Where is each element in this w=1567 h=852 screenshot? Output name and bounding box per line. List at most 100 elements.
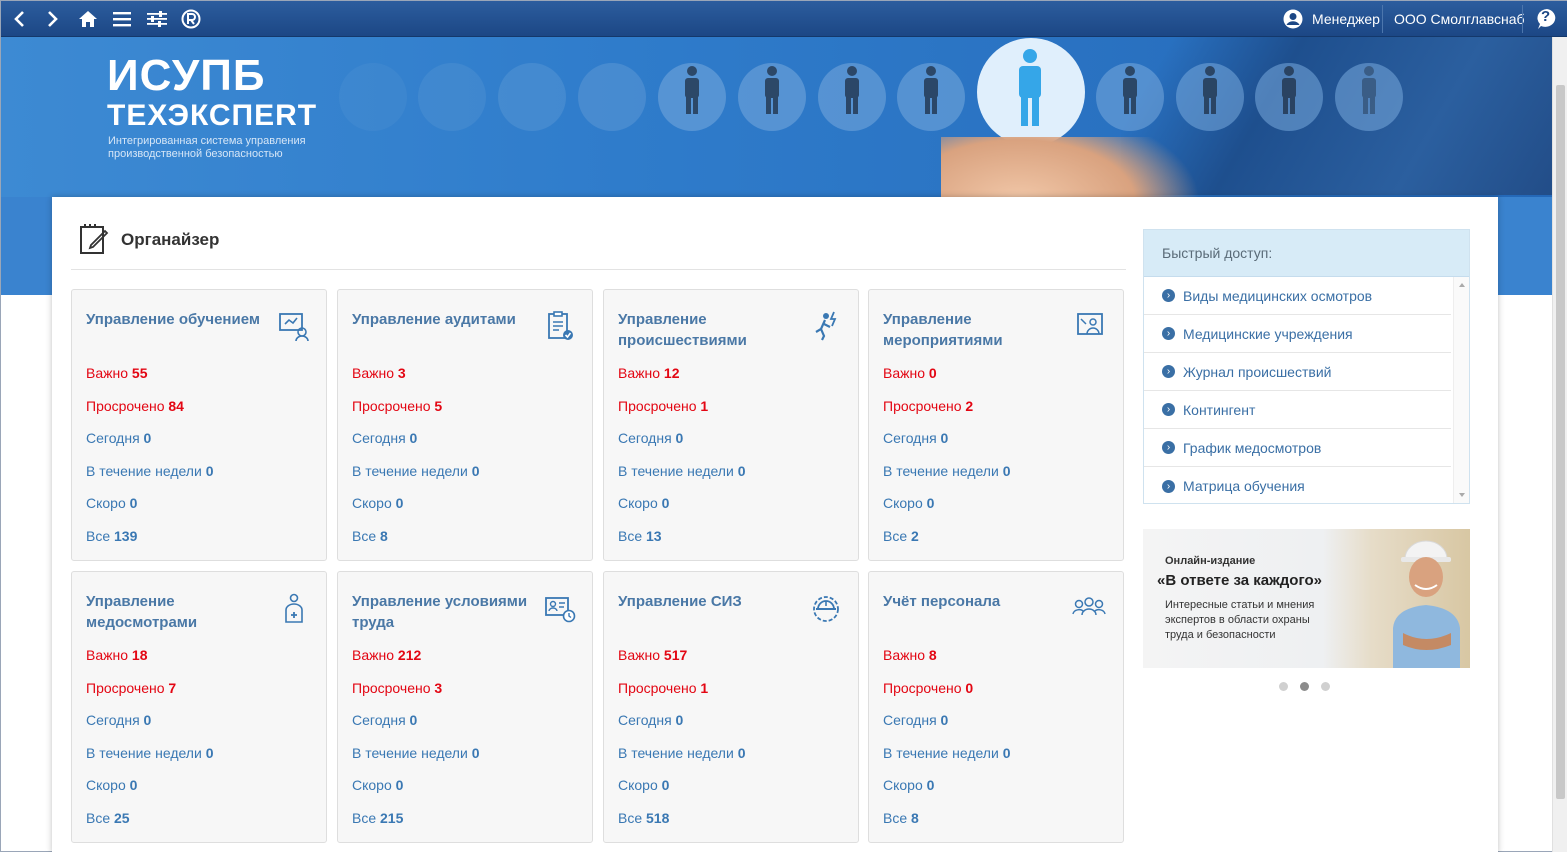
carousel-dot[interactable] [1321,682,1330,691]
back-button[interactable] [7,6,33,32]
stat-overdue[interactable]: Просрочено 2 [883,398,973,414]
stat-overdue[interactable]: Просрочено 3 [352,680,442,696]
quick-link-medical-schedule[interactable]: › График медосмотров [1144,429,1451,467]
stat-all[interactable]: Все 139 [86,528,137,544]
stat-today[interactable]: Сегодня 0 [883,712,948,728]
stat-today[interactable]: Сегодня 0 [618,712,683,728]
card-medical-exams[interactable]: Управление медосмотрами Важно 18 Просроч… [71,571,327,843]
quick-link-training-matrix[interactable]: › Матрица обучения [1144,467,1451,505]
promo-description: Интересные статьи и мнения экспертов в о… [1165,599,1315,641]
card-title[interactable]: Учёт персонала [883,591,1063,612]
forward-button[interactable] [39,6,65,32]
stat-important[interactable]: Важно 3 [352,365,406,381]
stat-soon[interactable]: Скоро 0 [883,495,934,511]
quick-access-title: Быстрый доступ: [1144,230,1469,277]
stat-soon[interactable]: Скоро 0 [618,777,669,793]
medical-icon [285,593,303,623]
toolbar-separator [1382,5,1383,33]
stat-today[interactable]: Сегодня 0 [86,712,151,728]
top-toolbar: Менеджер ООО Смолглавснаб ? [1,1,1567,37]
stat-important[interactable]: Важно 55 [86,365,147,381]
stat-week[interactable]: В течение недели 0 [618,463,746,479]
promo-banner[interactable]: Онлайн-издание «В ответе за каждого» Инт… [1143,529,1470,668]
stat-all[interactable]: Все 8 [883,810,919,826]
card-title[interactable]: Управление условиями труда [352,591,532,633]
hamburger-icon [113,12,131,27]
card-title[interactable]: Управление обучением [86,309,266,330]
stat-today[interactable]: Сегодня 0 [883,430,948,446]
stat-soon[interactable]: Скоро 0 [86,495,137,511]
filters-button[interactable] [144,6,170,32]
stat-soon[interactable]: Скоро 0 [618,495,669,511]
stat-today[interactable]: Сегодня 0 [352,430,417,446]
card-title[interactable]: Управление мероприятиями [883,309,1063,351]
stat-all[interactable]: Все 2 [883,528,919,544]
stat-soon[interactable]: Скоро 0 [883,777,934,793]
clipboard-check-icon [548,311,573,340]
stat-week[interactable]: В течение недели 0 [86,745,214,761]
quick-link-medical-exam-types[interactable]: › Виды медицинских осмотров [1144,277,1451,315]
stat-overdue[interactable]: Просрочено 1 [618,680,708,696]
menu-button[interactable] [109,6,135,32]
user-menu[interactable]: Менеджер [1283,1,1380,37]
stat-important[interactable]: Важно 12 [618,365,679,381]
card-work-conditions[interactable]: Управление условиями труда Важно 212 Про… [337,571,593,843]
stat-today[interactable]: Сегодня 0 [352,712,417,728]
card-title[interactable]: Управление медосмотрами [86,591,266,633]
scrollbar-thumb[interactable] [1556,85,1565,799]
stat-overdue[interactable]: Просрочено 84 [86,398,184,414]
card-incidents[interactable]: Управление происшествиями Важно 12 Проср… [603,289,859,561]
stat-week[interactable]: В течение недели 0 [352,745,480,761]
card-audits[interactable]: Управление аудитами Важно 3 Просрочено 5… [337,289,593,561]
help-glyph: ? [1541,8,1551,25]
stat-soon[interactable]: Скоро 0 [86,777,137,793]
stat-today[interactable]: Сегодня 0 [86,430,151,446]
quick-access-panel: Быстрый доступ: › Виды медицинских осмотр… [1143,229,1470,504]
stat-week[interactable]: В течение недели 0 [86,463,214,479]
stat-today[interactable]: Сегодня 0 [618,430,683,446]
stat-all[interactable]: Все 13 [618,528,662,544]
promo-headline: «В ответе за каждого» [1157,572,1322,589]
stat-all[interactable]: Все 25 [86,810,130,826]
stat-important[interactable]: Важно 8 [883,647,937,663]
card-title[interactable]: Управление происшествиями [618,309,798,351]
stat-soon[interactable]: Скоро 0 [352,495,403,511]
stat-week[interactable]: В течение недели 0 [618,745,746,761]
help-button[interactable]: ? [1534,6,1560,32]
stat-all[interactable]: Все 518 [618,810,669,826]
card-title[interactable]: Управление СИЗ [618,591,798,612]
page-scrollbar[interactable] [1552,37,1567,852]
stat-week[interactable]: В течение недели 0 [352,463,480,479]
quick-link-medical-institutions[interactable]: › Медицинские учреждения [1144,315,1451,353]
quick-access-scrollbar[interactable] [1453,277,1469,503]
stat-week[interactable]: В течение недели 0 [883,463,1011,479]
carousel-dot-active[interactable] [1300,682,1309,691]
stat-overdue[interactable]: Просрочено 5 [352,398,442,414]
home-button[interactable] [75,6,101,32]
quick-link-incident-log[interactable]: › Журнал происшествий [1144,353,1451,391]
organization-menu[interactable]: ООО Смолглавснаб [1394,1,1525,37]
card-events[interactable]: Управление мероприятиями Важно 0 Просроч… [868,289,1124,561]
stat-week[interactable]: В течение недели 0 [883,745,1011,761]
stat-important[interactable]: Важно 0 [883,365,937,381]
stat-important[interactable]: Важно 18 [86,647,147,663]
stat-overdue[interactable]: Просрочено 7 [86,680,176,696]
stat-soon[interactable]: Скоро 0 [352,777,403,793]
user-role: Менеджер [1312,11,1380,27]
card-training[interactable]: Управление обучением Важно 55 Просрочено… [71,289,327,561]
organizer-icon [80,224,109,254]
card-ppe[interactable]: Управление СИЗ Важно 517 Просрочено 1 Се… [603,571,859,843]
registered-button[interactable] [178,6,204,32]
quick-link-contingent[interactable]: › Контингент [1144,391,1451,429]
carousel-dot[interactable] [1279,682,1288,691]
stat-important[interactable]: Важно 212 [352,647,421,663]
card-personnel[interactable]: Учёт персонала Важно 8 Просрочено 0 Сего… [868,571,1124,843]
stat-overdue[interactable]: Просрочено 0 [883,680,973,696]
carousel-dots [1279,682,1330,691]
stat-all[interactable]: Все 215 [352,810,403,826]
stat-overdue[interactable]: Просрочено 1 [618,398,708,414]
card-title[interactable]: Управление аудитами [352,309,532,330]
stat-important[interactable]: Важно 517 [618,647,687,663]
stat-all[interactable]: Все 8 [352,528,388,544]
user-icon [1283,9,1303,29]
